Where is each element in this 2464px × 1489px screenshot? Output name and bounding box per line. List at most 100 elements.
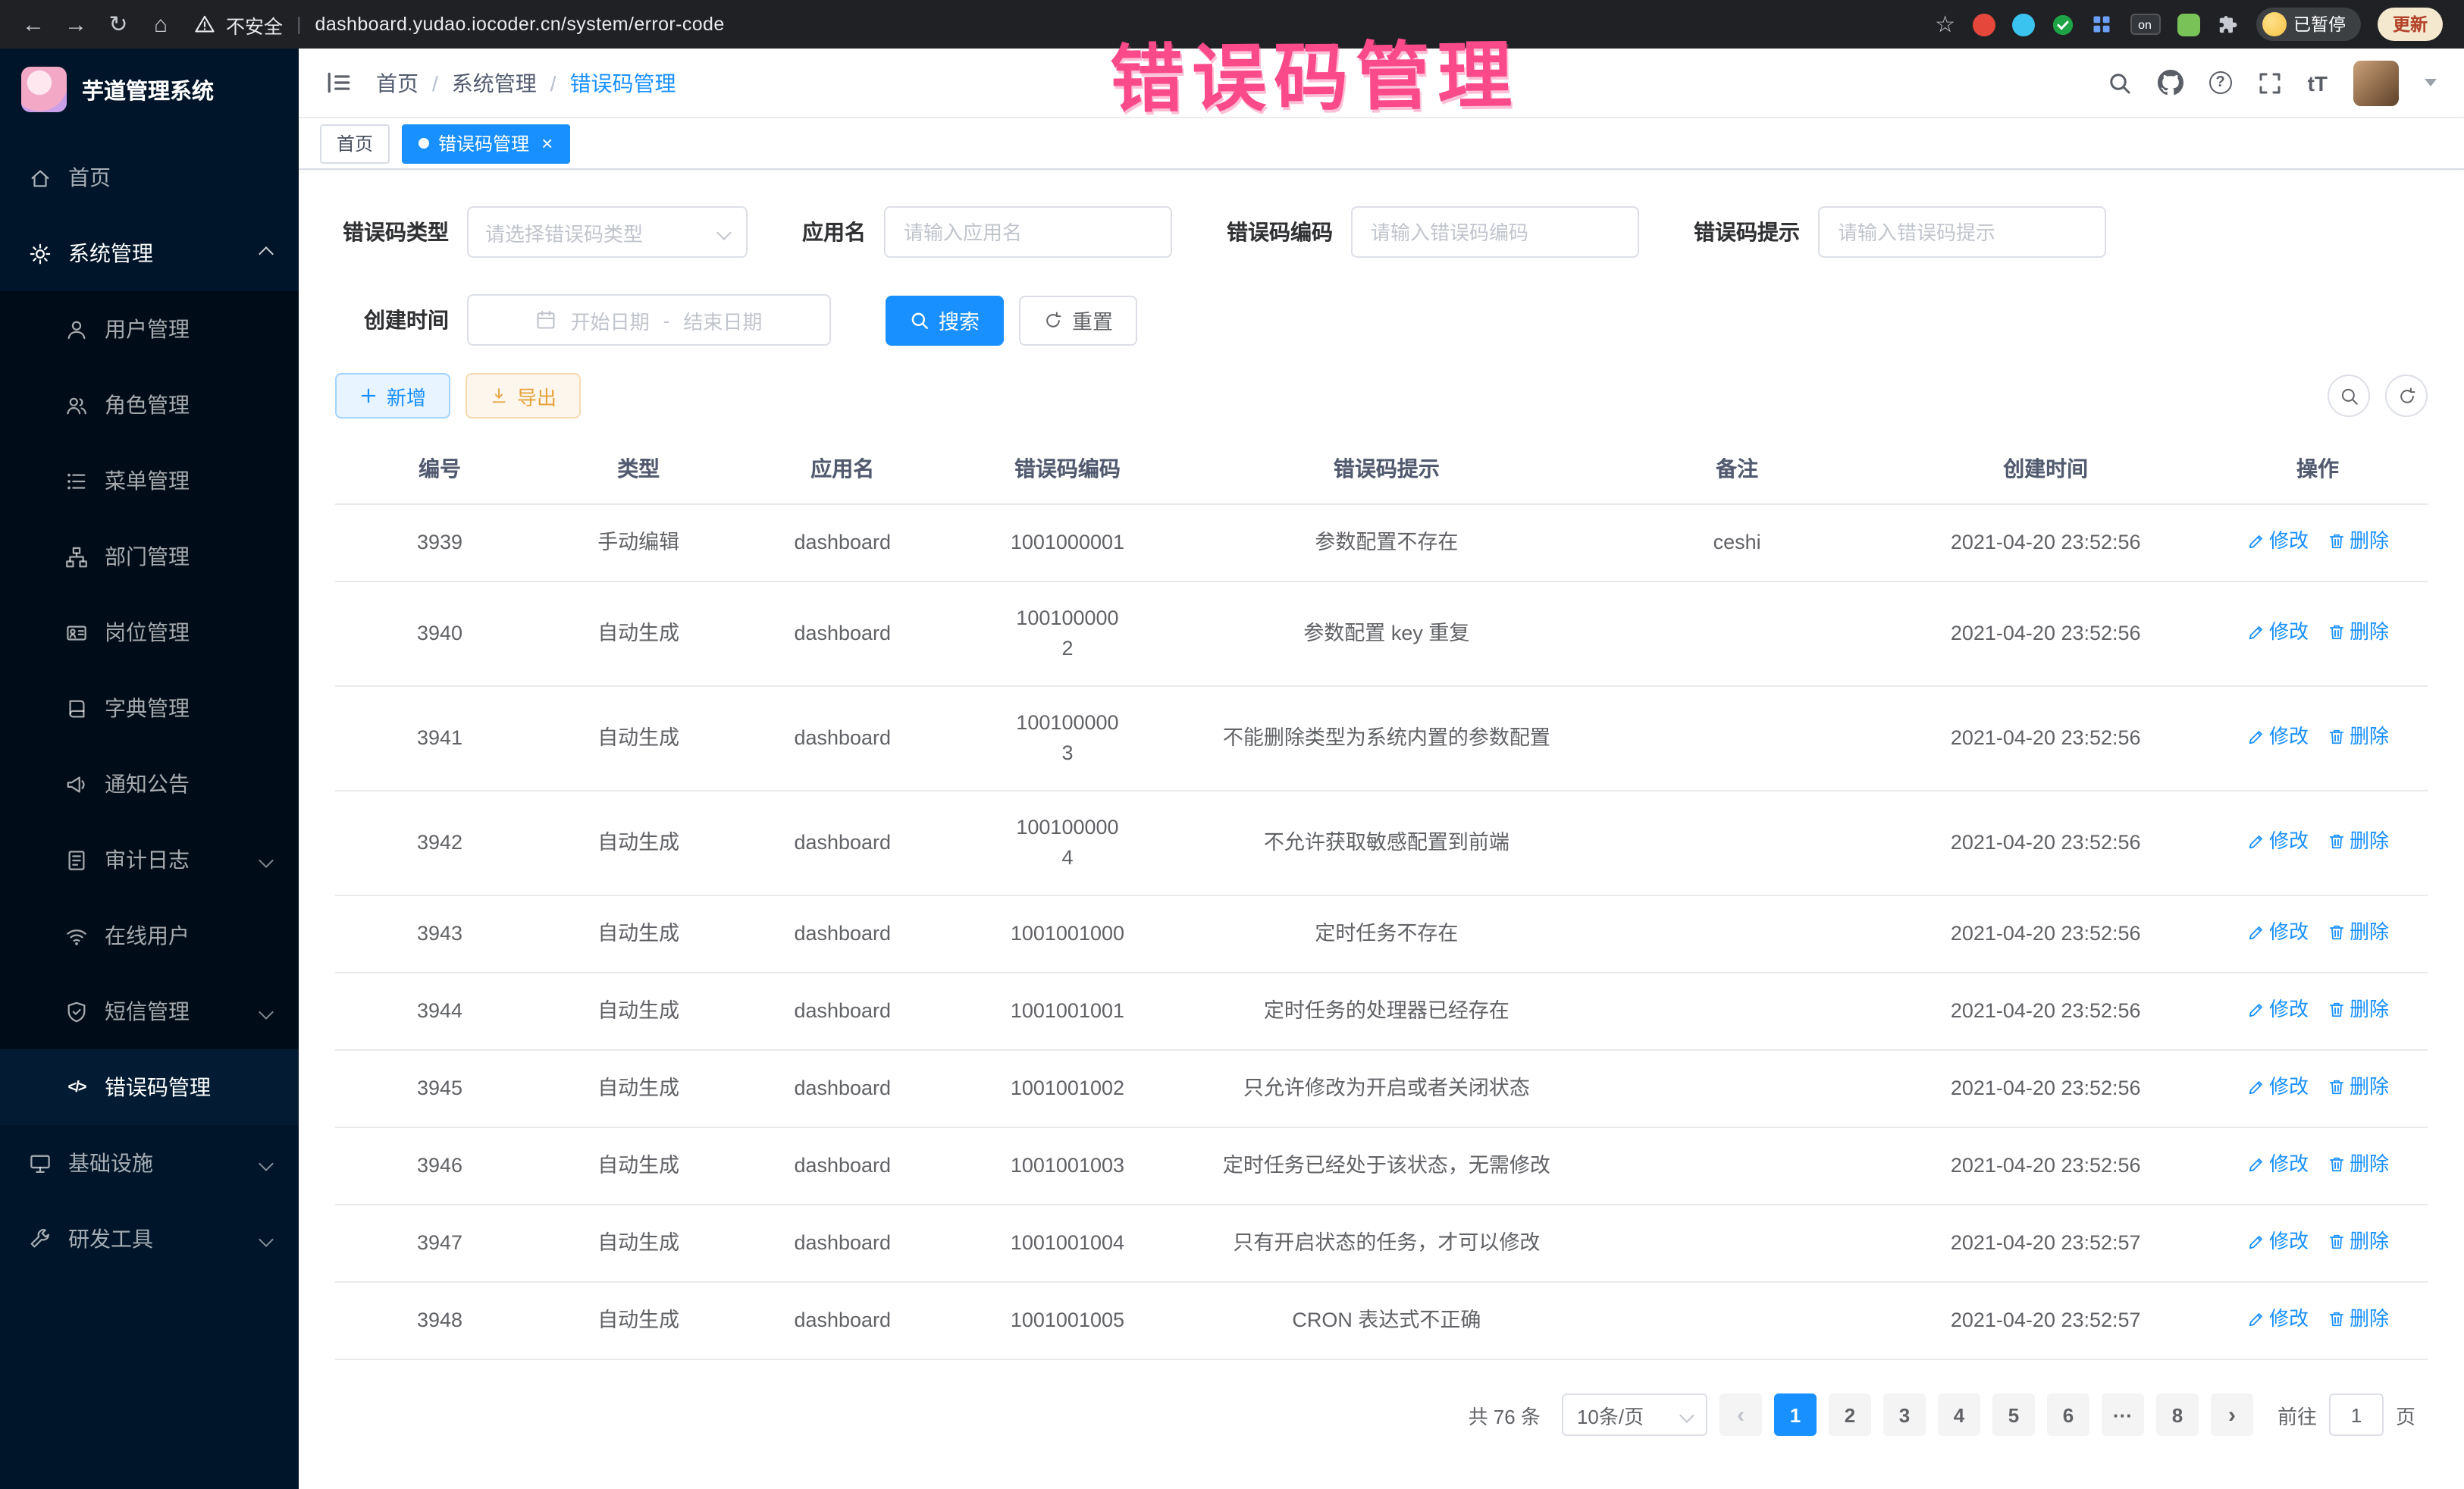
bookmark-star-icon[interactable]: ☆ [1935,11,1955,38]
help-icon[interactable]: ? [2209,71,2232,94]
edit-link[interactable]: 修改 [2246,826,2309,857]
cell-app: dashboard [732,1205,952,1282]
address-bar[interactable]: 不安全 | dashboard.yudao.iocoder.cn/system/… [194,10,1929,39]
edit-link[interactable]: 修改 [2246,995,2309,1025]
search-icon[interactable] [2108,71,2132,95]
avatar-caret-icon[interactable] [2425,79,2437,86]
sidebar-item-sms[interactable]: 短信管理 [0,973,299,1049]
sidebar-collapse-button[interactable] [326,70,352,96]
tab-error-code[interactable]: 错误码管理 × [402,124,569,163]
toggle-search-button[interactable] [2328,375,2370,417]
page-size-select[interactable]: 10条/页 [1562,1393,1707,1436]
users-icon [64,393,89,416]
cell-id: 3944 [335,973,544,1050]
delete-link[interactable]: 删除 [2327,1227,2389,1257]
sidebar-item-menus[interactable]: 菜单管理 [0,443,299,519]
sidebar-item-notices[interactable]: 通知公告 [0,746,299,822]
sidebar-item-infrastructure[interactable]: 基础设施 [0,1125,299,1201]
page-button-6[interactable]: 6 [2047,1393,2089,1436]
sidebar-item-label: 字典管理 [105,693,190,723]
edit-link[interactable]: 修改 [2246,526,2309,556]
extension-icon-teal[interactable] [2011,13,2034,36]
sidebar-item-online-users[interactable]: 在线用户 [0,898,299,973]
page-more-button[interactable]: ··· [2102,1393,2144,1436]
sidebar-item-audit-log[interactable]: 审计日志 [0,822,299,898]
pencil-icon [2246,623,2265,641]
page-button-2[interactable]: 2 [1829,1393,1871,1436]
error-code-input[interactable] [1351,206,1639,258]
delete-link[interactable]: 删除 [2327,826,2389,857]
browser-home-button[interactable]: ⌂ [143,6,179,42]
sidebar-item-dev-tools[interactable]: 研发工具 [0,1201,299,1277]
sidebar-item-system[interactable]: 系统管理 [0,215,299,291]
refresh-table-button[interactable] [2385,375,2428,417]
app-name-input[interactable] [884,206,1172,258]
cell-type: 自动生成 [544,791,732,895]
cell-actions: 修改删除 [2208,895,2428,973]
tab-close-icon[interactable]: × [541,133,553,153]
breadcrumb-separator: / [432,71,438,95]
sidebar-item-dictionary[interactable]: 字典管理 [0,670,299,746]
shield-icon [64,1000,89,1023]
date-range-picker[interactable]: 开始日期 - 结束日期 [467,294,831,346]
paused-badge[interactable]: 已暂停 [2256,8,2361,41]
prev-page-button[interactable]: ‹ [1719,1393,1762,1436]
edit-link[interactable]: 修改 [2246,917,2309,948]
browser-forward-button[interactable]: → [58,6,94,42]
edit-link[interactable]: 修改 [2246,1227,2309,1257]
add-button[interactable]: 新增 [335,373,450,418]
edit-link[interactable]: 修改 [2246,1149,2309,1180]
extension-icon-red[interactable] [1972,13,1995,36]
extensions-puzzle-icon[interactable] [2216,13,2239,36]
cell-time: 2021-04-20 23:52:56 [1883,895,2208,973]
fullscreen-icon[interactable] [2258,71,2282,95]
sidebar-item-home[interactable]: 首页 [0,139,299,215]
browser-back-button[interactable]: ← [15,6,52,42]
delete-link[interactable]: 删除 [2327,617,2389,647]
delete-link[interactable]: 删除 [2327,1072,2389,1102]
extension-icon-green-check[interactable] [2051,13,2074,36]
extension-on-badge[interactable]: on [2130,14,2160,35]
search-button[interactable]: 搜索 [886,295,1004,345]
browser-update-button[interactable]: 更新 [2378,8,2443,41]
font-size-icon[interactable]: tT [2308,71,2328,95]
delete-link[interactable]: 删除 [2327,1149,2389,1180]
reset-button[interactable]: 重置 [1019,295,1137,345]
cell-actions: 修改删除 [2208,1205,2428,1282]
delete-link[interactable]: 删除 [2327,526,2389,556]
edit-link[interactable]: 修改 [2246,1304,2309,1334]
breadcrumb-system[interactable]: 系统管理 [452,67,537,98]
main-area: 首页 / 系统管理 / 错误码管理 ? tT 首页 [299,49,2464,1489]
edit-link[interactable]: 修改 [2246,722,2309,752]
extension-icon-grid[interactable] [2090,13,2113,36]
sidebar-item-roles[interactable]: 角色管理 [0,367,299,443]
error-type-select[interactable]: 请选择错误码类型 [467,206,748,258]
page-button-5[interactable]: 5 [1992,1393,2035,1436]
edit-link[interactable]: 修改 [2246,617,2309,647]
export-button[interactable]: 导出 [466,373,581,418]
page-button-4[interactable]: 4 [1938,1393,1980,1436]
delete-link[interactable]: 删除 [2327,917,2389,948]
sidebar-item-departments[interactable]: 部门管理 [0,519,299,594]
sidebar-item-users[interactable]: 用户管理 [0,291,299,367]
goto-page-input[interactable] [2329,1393,2384,1436]
browser-reload-button[interactable]: ↻ [100,6,136,42]
sidebar-item-error-code[interactable]: </> 错误码管理 [0,1049,299,1125]
delete-link[interactable]: 删除 [2327,1304,2389,1334]
github-icon[interactable] [2158,70,2183,96]
user-avatar[interactable] [2353,60,2399,105]
page-button-1[interactable]: 1 [1774,1393,1817,1436]
next-page-button[interactable]: › [2211,1393,2253,1436]
delete-link[interactable]: 删除 [2327,995,2389,1025]
breadcrumb-home[interactable]: 首页 [376,67,419,98]
sidebar-item-label: 在线用户 [105,920,190,951]
sidebar-item-positions[interactable]: 岗位管理 [0,594,299,670]
edit-link[interactable]: 修改 [2246,1072,2309,1102]
app-logo[interactable]: 芋道管理系统 [0,49,299,130]
page-button-8[interactable]: 8 [2156,1393,2199,1436]
error-msg-input[interactable] [1818,206,2106,258]
delete-link[interactable]: 删除 [2327,722,2389,752]
extension-icon-leaf[interactable] [2177,13,2199,36]
tab-home[interactable]: 首页 [320,124,390,163]
page-button-3[interactable]: 3 [1883,1393,1926,1436]
